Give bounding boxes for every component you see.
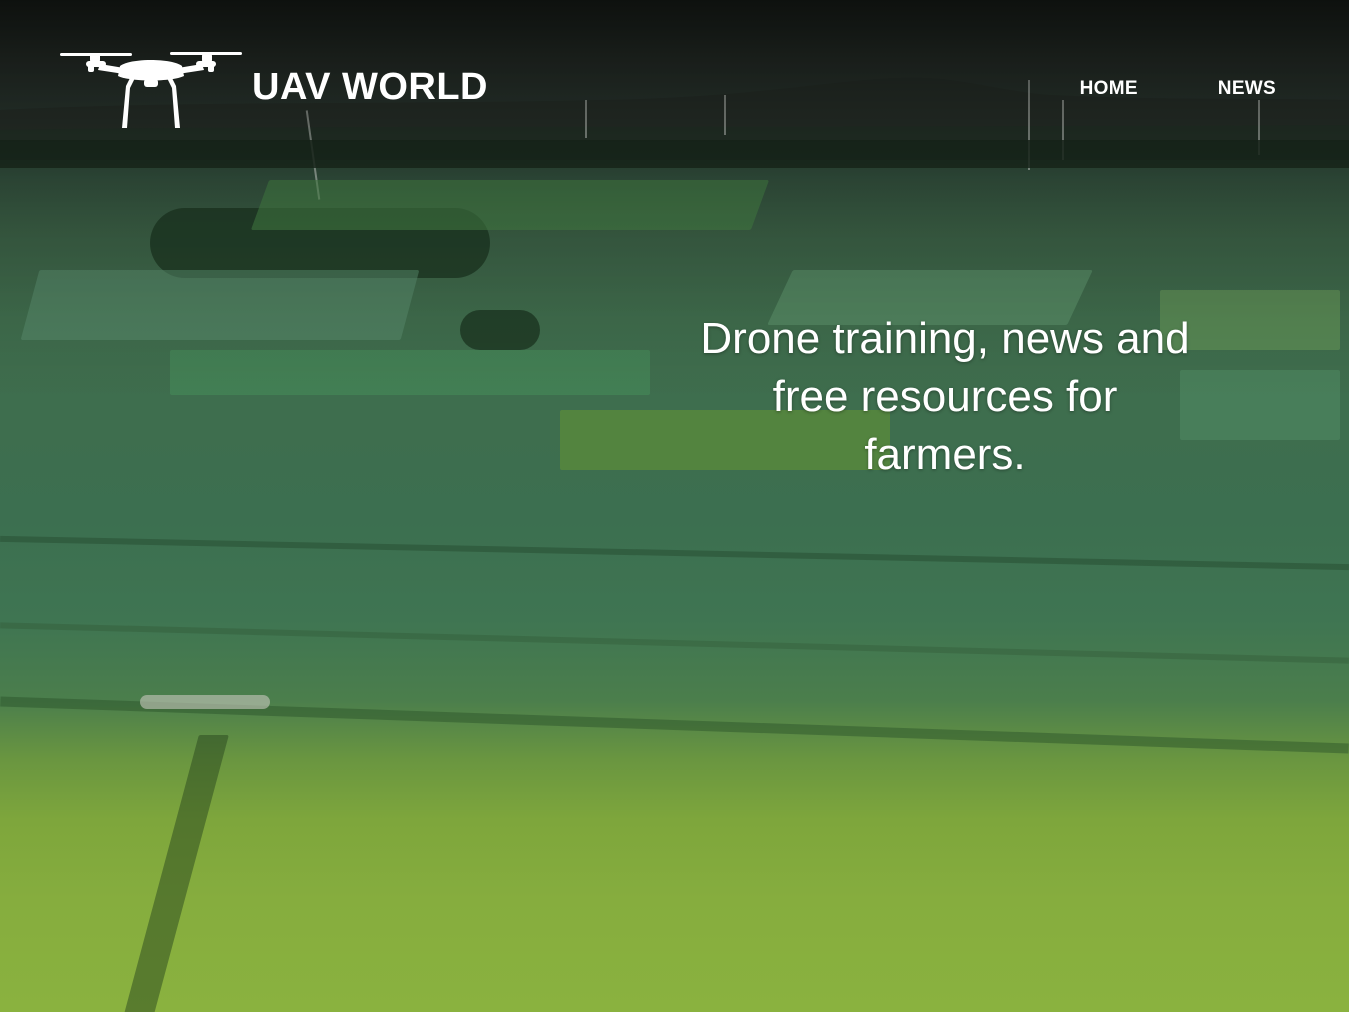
navbar: UAV WORLD HOME NEWS: [0, 0, 1349, 180]
logo-link[interactable]: [60, 48, 242, 130]
hero-section: UAV WORLD HOME NEWS Drone training, news…: [0, 0, 1349, 1012]
nav-home-link[interactable]: HOME: [1080, 78, 1138, 100]
nav-news-link[interactable]: NEWS: [1218, 78, 1276, 100]
drone-icon: [60, 52, 242, 128]
main-nav: HOME NEWS: [1080, 78, 1276, 100]
brand-name: UAV WORLD: [252, 66, 488, 108]
hero-tagline: Drone training, news and free resources …: [700, 314, 1190, 479]
